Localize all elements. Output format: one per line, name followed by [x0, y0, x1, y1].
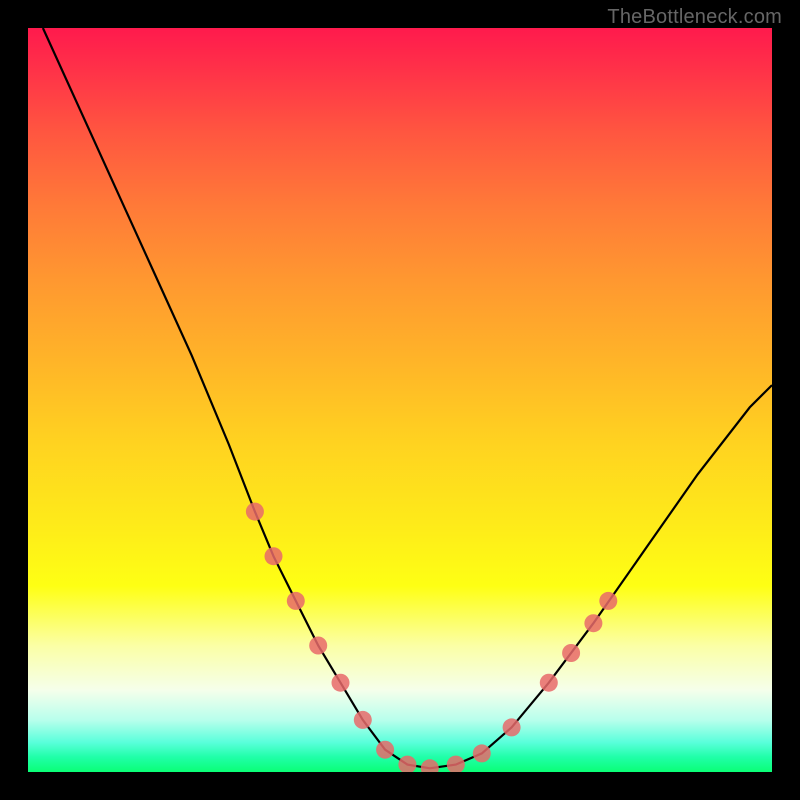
curve-marker	[265, 547, 283, 565]
curve-marker	[540, 674, 558, 692]
curve-marker	[332, 674, 350, 692]
curve-marker	[376, 741, 394, 759]
curve-marker	[354, 711, 372, 729]
watermark-text: TheBottleneck.com	[607, 6, 782, 29]
curve-marker	[447, 756, 465, 772]
curve-marker	[599, 592, 617, 610]
curve-marker	[473, 744, 491, 762]
chart-plot-area	[28, 28, 772, 772]
bottleneck-curve-svg	[28, 28, 772, 772]
curve-marker	[398, 756, 416, 772]
curve-marker	[584, 614, 602, 632]
curve-marker	[287, 592, 305, 610]
curve-marker	[421, 759, 439, 772]
curve-marker	[309, 637, 327, 655]
curve-markers	[246, 503, 617, 772]
bottleneck-curve	[43, 28, 772, 768]
curve-marker	[562, 644, 580, 662]
curve-marker	[503, 718, 521, 736]
curve-marker	[246, 503, 264, 521]
